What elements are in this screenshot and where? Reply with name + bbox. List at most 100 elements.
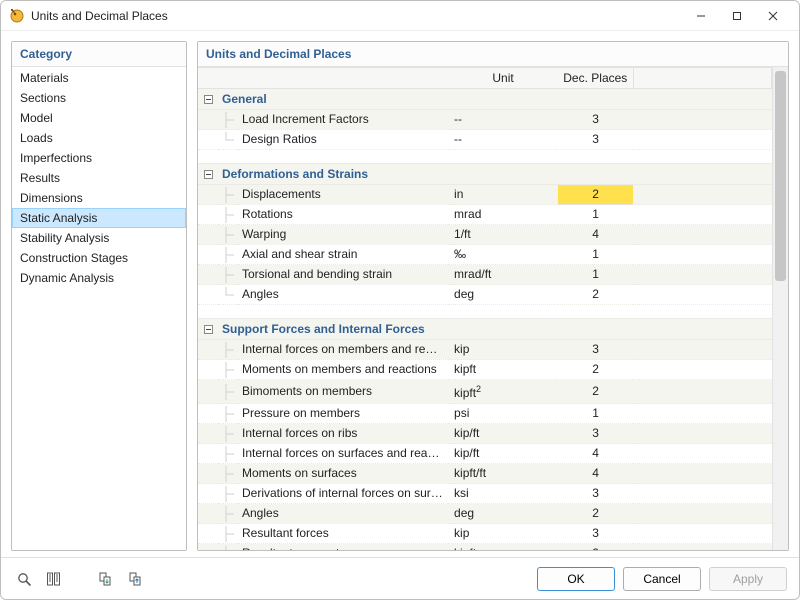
row-unit[interactable]: deg (448, 285, 558, 305)
category-list[interactable]: MaterialsSectionsModelLoadsImperfections… (12, 67, 186, 550)
grid-header-unit[interactable]: Unit (448, 68, 558, 89)
settings-row[interactable]: Torsional and bending strainmrad/ft1 (198, 265, 772, 285)
settings-row[interactable]: Moments on surfaceskipft/ft4 (198, 464, 772, 484)
collapse-icon[interactable] (198, 164, 218, 185)
settings-row[interactable]: Displacementsin2 (198, 185, 772, 205)
group-header[interactable]: Deformations and Strains (198, 164, 772, 185)
cancel-button[interactable]: Cancel (623, 567, 701, 591)
category-item[interactable]: Loads (12, 128, 186, 148)
category-item[interactable]: Imperfections (12, 148, 186, 168)
row-unit[interactable]: kipft/ft (448, 464, 558, 484)
apply-button[interactable]: Apply (709, 567, 787, 591)
category-item[interactable]: Model (12, 108, 186, 128)
collapse-icon[interactable] (198, 319, 218, 340)
grid-header-row: Unit Dec. Places (198, 68, 772, 89)
row-unit[interactable]: 1/ft (448, 225, 558, 245)
settings-row[interactable]: Design Ratios--3 (198, 130, 772, 150)
row-unit[interactable]: deg (448, 504, 558, 524)
category-item[interactable]: Stability Analysis (12, 228, 186, 248)
row-dec-places[interactable]: 4 (558, 464, 633, 484)
row-label: Internal forces on members and reacti... (238, 340, 448, 360)
tree-connector (218, 110, 238, 130)
row-dec-places[interactable]: 3 (558, 340, 633, 360)
row-unit[interactable]: -- (448, 130, 558, 150)
row-dec-places[interactable]: 3 (558, 424, 633, 444)
category-item[interactable]: Static Analysis (12, 208, 186, 228)
row-dec-places[interactable]: 3 (558, 130, 633, 150)
row-dec-places[interactable]: 2 (558, 380, 633, 404)
category-item[interactable]: Dynamic Analysis (12, 268, 186, 288)
row-label: Resultant forces (238, 524, 448, 544)
row-unit[interactable]: ksi (448, 484, 558, 504)
vertical-scrollbar[interactable] (772, 67, 788, 550)
row-unit[interactable]: mrad/ft (448, 265, 558, 285)
row-dec-places[interactable]: 3 (558, 524, 633, 544)
settings-row[interactable]: Moments on members and reactionskipft2 (198, 360, 772, 380)
row-dec-places[interactable]: 4 (558, 225, 633, 245)
row-unit[interactable]: psi (448, 404, 558, 424)
grid-header-dec[interactable]: Dec. Places (558, 68, 633, 89)
group-header[interactable]: Support Forces and Internal Forces (198, 319, 772, 340)
row-dec-places[interactable]: 2 (558, 504, 633, 524)
row-label: Bimoments on members (238, 380, 448, 404)
import-icon[interactable] (95, 568, 117, 590)
category-item[interactable]: Construction Stages (12, 248, 186, 268)
group-title: Support Forces and Internal Forces (218, 319, 772, 340)
row-unit[interactable]: kip (448, 340, 558, 360)
settings-row[interactable]: Anglesdeg2 (198, 285, 772, 305)
row-dec-places[interactable]: 4 (558, 444, 633, 464)
maximize-button[interactable] (719, 4, 755, 28)
row-unit[interactable]: kip/ft (448, 424, 558, 444)
ok-button[interactable]: OK (537, 567, 615, 591)
profile-list-icon[interactable] (43, 568, 65, 590)
row-dec-places[interactable]: 3 (558, 484, 633, 504)
settings-row[interactable]: Resultant momentskipft2 (198, 544, 772, 551)
row-dec-places[interactable]: 1 (558, 205, 633, 225)
row-unit[interactable]: kip (448, 524, 558, 544)
row-unit[interactable]: mrad (448, 205, 558, 225)
row-unit[interactable]: kipft (448, 544, 558, 551)
settings-row[interactable]: Derivations of internal forces on surf..… (198, 484, 772, 504)
tree-connector (218, 130, 238, 150)
category-item[interactable]: Materials (12, 68, 186, 88)
row-unit[interactable]: in (448, 185, 558, 205)
settings-row[interactable]: Internal forces on ribskip/ft3 (198, 424, 772, 444)
row-unit[interactable]: ‰ (448, 245, 558, 265)
settings-row[interactable]: Rotationsmrad1 (198, 205, 772, 225)
minimize-button[interactable] (683, 4, 719, 28)
settings-row[interactable]: Load Increment Factors--3 (198, 110, 772, 130)
row-dec-places[interactable]: 2 (558, 285, 633, 305)
row-unit[interactable]: kipft (448, 360, 558, 380)
row-unit[interactable]: kip/ft (448, 444, 558, 464)
row-dec-places[interactable]: 3 (558, 110, 633, 130)
settings-row[interactable]: Anglesdeg2 (198, 504, 772, 524)
tree-connector (218, 340, 238, 360)
row-unit[interactable]: -- (448, 110, 558, 130)
settings-row[interactable]: Axial and shear strain‰1 (198, 245, 772, 265)
group-header[interactable]: General (198, 89, 772, 110)
settings-row[interactable]: Internal forces on members and reacti...… (198, 340, 772, 360)
row-dec-places[interactable]: 1 (558, 265, 633, 285)
collapse-icon[interactable] (198, 89, 218, 110)
category-item[interactable]: Dimensions (12, 188, 186, 208)
category-item[interactable]: Results (12, 168, 186, 188)
row-dec-places[interactable]: 2 (558, 185, 633, 205)
category-item[interactable]: Sections (12, 88, 186, 108)
settings-row[interactable]: Warping1/ft4 (198, 225, 772, 245)
row-unit[interactable]: kipft2 (448, 380, 558, 404)
row-label: Rotations (238, 205, 448, 225)
tree-connector (218, 524, 238, 544)
export-icon[interactable] (125, 568, 147, 590)
help-icon[interactable] (13, 568, 35, 590)
row-dec-places[interactable]: 1 (558, 404, 633, 424)
row-dec-places[interactable]: 2 (558, 544, 633, 551)
row-label: Internal forces on ribs (238, 424, 448, 444)
row-dec-places[interactable]: 2 (558, 360, 633, 380)
settings-row[interactable]: Internal forces on surfaces and reacti..… (198, 444, 772, 464)
settings-row[interactable]: Pressure on memberspsi1 (198, 404, 772, 424)
settings-row[interactable]: Resultant forceskip3 (198, 524, 772, 544)
close-button[interactable] (755, 4, 791, 28)
settings-row[interactable]: Bimoments on memberskipft22 (198, 380, 772, 404)
scrollbar-thumb[interactable] (775, 71, 786, 281)
row-dec-places[interactable]: 1 (558, 245, 633, 265)
